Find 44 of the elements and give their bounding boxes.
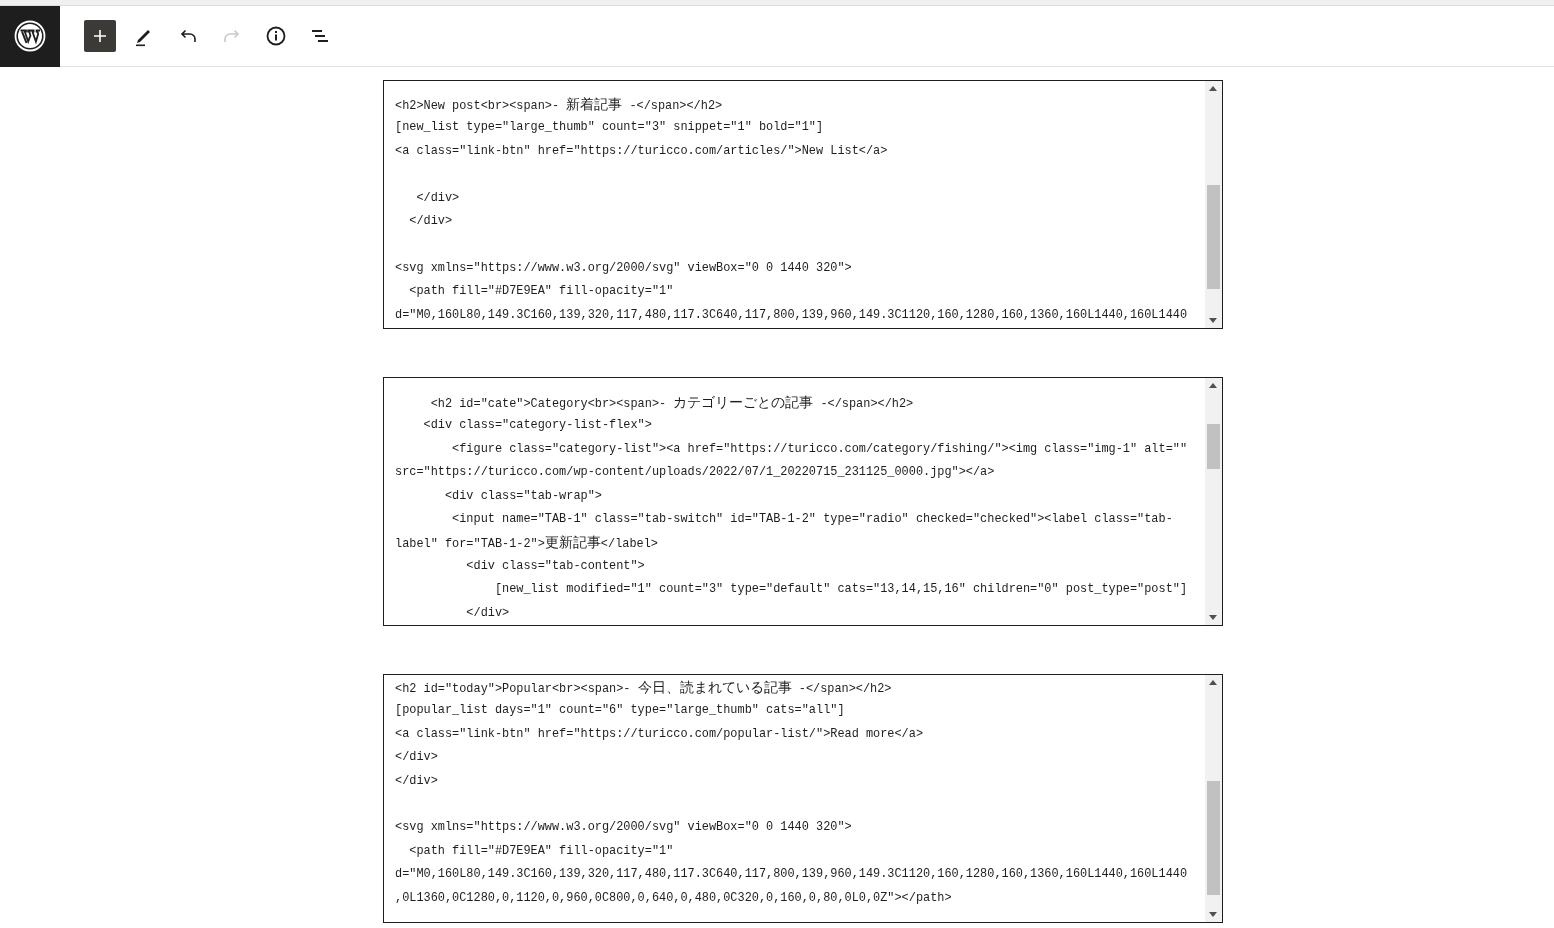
code-line: <h2 id="cate">Category<br><span>- カテゴリーごとの記事 -</span></h2>	[429, 393, 914, 413]
plus-button[interactable]	[84, 20, 116, 52]
code-line: </div>	[395, 772, 438, 790]
scroll-down-icon[interactable]	[1209, 615, 1217, 620]
code-line: </div>	[415, 189, 460, 207]
scroll-down-icon[interactable]	[1209, 912, 1217, 917]
scroll-up-icon[interactable]	[1209, 86, 1217, 91]
scrollbar[interactable]	[1205, 675, 1222, 922]
scrollbar-thumb[interactable]	[1207, 185, 1220, 289]
code-line: <svg xmlns="https://www.w3.org/2000/svg" viewBox="0 0 1440 320">	[395, 259, 852, 277]
code-line: </div>	[395, 749, 438, 767]
code-line: <figure class="category-list"><a href="https://turicco.com/category/fishing/"><img class="img-1" alt=""	[451, 440, 1188, 458]
scrollbar[interactable]	[1205, 378, 1222, 625]
scrollbar-thumb[interactable]	[1207, 781, 1220, 895]
code-line: [new_list modified="1" count="3" type="default" cats="13,14,15,16" children="0" post_type="post"]	[493, 581, 1188, 599]
code-line: <div class="tab-content">	[465, 557, 645, 575]
wordpress-logo-button[interactable]	[0, 5, 60, 67]
code-line: <h2>New post<br><span>- 新着記事 -</span></h2>	[395, 95, 723, 115]
code-line: <a class="link-btn" href="https://turicco.com/popular-list/">Read more</a>	[395, 725, 924, 743]
code-editor-field[interactable]	[383, 80, 1223, 329]
code-line: ,0L1360,0C1280,0,1120,0,960,0C800,0,640,0,480,0C320,0,160,0,80,0L0,0Z"></path>	[395, 889, 952, 907]
code-line: <input name="TAB-1" class="tab-switch" id="TAB-1-2" type="radio" checked="checked"><label class="tab-	[451, 510, 1173, 528]
code-line: [new_list type="large_thumb" count="3" snippet="1" bold="1"]	[395, 119, 824, 137]
code-line: d="M0,160L80,149.3C160,139,320,117,480,117.3C640,117,800,139,960,149.3C1120,160,1280,160,1360,160L1440,160L1440	[395, 306, 1188, 324]
code-line: <h2 id="today">Popular<br><span>- 今日、読まれている記事 -</span></h2>	[395, 678, 892, 698]
code-line: <svg xmlns="https://www.w3.org/2000/svg" viewBox="0 0 1440 320">	[395, 819, 852, 837]
code-line: </div>	[465, 604, 510, 622]
scroll-down-icon[interactable]	[1209, 318, 1217, 323]
code-line: [popular_list days="1" count="6" type="large_thumb" cats="all"]	[395, 702, 845, 720]
code-line: <path fill="#D7E9EA" fill-opacity="1"	[408, 283, 674, 301]
code-line: </div>	[408, 212, 453, 230]
scrollbar-thumb[interactable]	[1207, 424, 1220, 469]
scroll-up-icon[interactable]	[1209, 383, 1217, 388]
code-line: <div class="tab-wrap">	[443, 487, 602, 505]
code-line: src="https://turicco.com/wp-content/uploads/2022/07/1_20220715_231125_0000.jpg"></a>	[395, 464, 995, 482]
code-editor-field[interactable]	[383, 674, 1223, 923]
wordpress-logo-icon	[14, 20, 46, 52]
code-line: d="M0,160L80,149.3C160,139,320,117,480,117.3C640,117,800,139,960,149.3C1120,160,1280,160,1360,160L1440,160L1440	[395, 866, 1188, 884]
code-editor-field[interactable]	[383, 377, 1223, 626]
code-line: <path fill="#D7E9EA" fill-opacity="1"	[408, 842, 674, 860]
code-line: <div class="category-list-flex">	[422, 417, 652, 435]
code-line: <a class="link-btn" href="https://turicco.com/articles/">New List</a>	[395, 142, 888, 160]
scroll-up-icon[interactable]	[1209, 680, 1217, 685]
scrollbar[interactable]	[1205, 81, 1222, 328]
